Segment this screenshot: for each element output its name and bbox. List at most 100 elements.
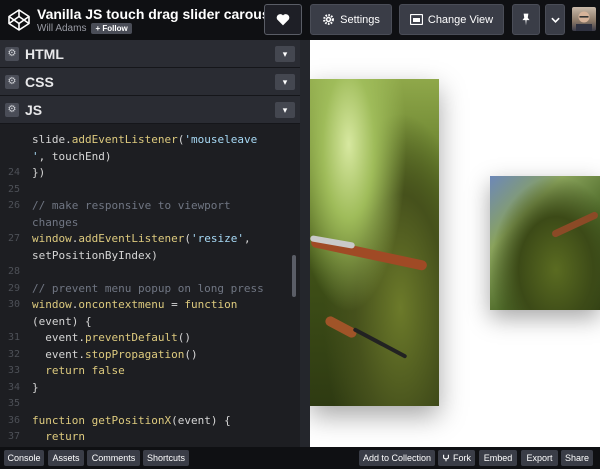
css-panel-chevron-down-icon[interactable]: ▾ bbox=[275, 74, 295, 90]
code-token: // prevent menu popup on long press bbox=[32, 281, 264, 295]
code-token: event. bbox=[32, 347, 85, 361]
code-token: return bbox=[32, 430, 85, 443]
line-number: 32 bbox=[7, 348, 20, 360]
chevron-down-icon bbox=[550, 17, 560, 23]
line-number: 36 bbox=[7, 414, 20, 426]
line-number: 25 bbox=[7, 183, 20, 195]
editor-scrollbar-thumb[interactable] bbox=[292, 255, 296, 297]
js-panel-chevron-down-icon[interactable]: ▾ bbox=[275, 102, 295, 118]
code-text: function getPositionX(event) { bbox=[32, 413, 231, 429]
code-line[interactable]: setPositionByIndex) bbox=[0, 248, 290, 264]
follow-button[interactable]: + Follow bbox=[91, 23, 132, 34]
code-line[interactable]: 30 window.oncontextmenu = function bbox=[0, 297, 290, 313]
code-line[interactable]: 24}) bbox=[0, 165, 290, 181]
code-text: // make responsive to viewport bbox=[32, 198, 231, 214]
code-line[interactable]: 33 return false bbox=[0, 363, 290, 379]
code-token: () bbox=[184, 347, 198, 361]
embed-button[interactable]: Embed bbox=[479, 450, 517, 466]
code-text: }) bbox=[32, 165, 45, 181]
code-line[interactable]: 29 // prevent menu popup on long press bbox=[0, 281, 290, 297]
code-token: ' bbox=[32, 149, 39, 163]
line-number: 27 bbox=[7, 233, 20, 244]
code-line[interactable]: 27 window.addEventListener('resize', bbox=[0, 231, 290, 247]
code-token: 'resize' bbox=[190, 232, 244, 245]
code-text: window.oncontextmenu = function bbox=[32, 297, 237, 313]
code-token: getPositionX bbox=[91, 413, 172, 427]
love-button[interactable] bbox=[264, 4, 302, 35]
code-line[interactable]: ', touchEnd) bbox=[0, 149, 290, 165]
share-button[interactable]: Share bbox=[561, 450, 593, 466]
shortcuts-button[interactable]: Shortcuts bbox=[143, 450, 189, 466]
code-line[interactable]: 28 bbox=[0, 264, 290, 280]
user-avatar[interactable] bbox=[572, 7, 596, 31]
code-line[interactable]: 34} bbox=[0, 380, 290, 396]
author-name[interactable]: Will Adams bbox=[37, 23, 86, 34]
code-token: window bbox=[32, 298, 72, 311]
code-line[interactable]: 35 bbox=[0, 396, 290, 412]
codepen-logo-icon[interactable] bbox=[7, 8, 31, 32]
pin-button[interactable] bbox=[512, 4, 540, 35]
code-token: setPositionByIndex) bbox=[32, 248, 158, 262]
code-line[interactable]: 26 // make responsive to viewport bbox=[0, 198, 290, 214]
html-panel-chevron-down-icon[interactable]: ▾ bbox=[275, 46, 295, 62]
line-number: 37 bbox=[7, 431, 20, 442]
add-to-collection-button[interactable]: Add to Collection bbox=[359, 450, 435, 466]
carousel-slide-image[interactable] bbox=[310, 79, 439, 406]
code-token: }) bbox=[32, 166, 46, 179]
pin-icon bbox=[522, 13, 530, 26]
carousel-slide-image-next[interactable] bbox=[490, 176, 600, 310]
code-line[interactable]: 31 event.preventDefault() bbox=[0, 330, 290, 346]
code-line[interactable]: changes bbox=[0, 215, 290, 231]
html-panel-header[interactable]: ⚙ HTML ▾ bbox=[0, 40, 300, 68]
line-number: 29 bbox=[7, 282, 20, 294]
code-token: (event) { bbox=[32, 314, 92, 328]
code-text: ', touchEnd) bbox=[32, 149, 111, 165]
line-number: 35 bbox=[7, 398, 20, 409]
code-line[interactable]: 25 bbox=[0, 182, 290, 198]
code-token: () bbox=[177, 331, 191, 344]
result-preview[interactable] bbox=[310, 40, 600, 447]
code-token: (event) { bbox=[171, 413, 231, 427]
code-line[interactable]: 37 return bbox=[0, 429, 290, 445]
css-settings-gear-icon[interactable]: ⚙ bbox=[5, 74, 19, 89]
pane-resize-handle[interactable] bbox=[300, 40, 310, 447]
assets-button[interactable]: Assets bbox=[48, 450, 84, 466]
more-options-button[interactable] bbox=[545, 4, 565, 35]
settings-label: Settings bbox=[340, 13, 380, 26]
code-token: event. bbox=[32, 331, 85, 344]
code-token: window bbox=[32, 232, 72, 245]
code-token: oncontextmenu bbox=[78, 298, 165, 311]
layout-icon bbox=[409, 14, 423, 25]
change-view-button[interactable]: Change View bbox=[399, 4, 504, 35]
fork-button[interactable]: Fork bbox=[438, 450, 475, 466]
settings-button[interactable]: Settings bbox=[310, 4, 392, 35]
comments-button[interactable]: Comments bbox=[87, 450, 140, 466]
code-token: preventDefault bbox=[84, 331, 178, 344]
code-token: 'mouseleave bbox=[184, 133, 258, 146]
change-view-label: Change View bbox=[427, 13, 494, 26]
line-number: 30 bbox=[7, 299, 20, 310]
js-panel-header[interactable]: ⚙ JS ▾ bbox=[0, 96, 300, 124]
js-code-editor[interactable]: slide.addEventListener('mouseleave ', tou… bbox=[0, 124, 300, 446]
code-line[interactable]: 36 function getPositionX(event) { bbox=[0, 413, 290, 429]
code-line[interactable]: (event) { bbox=[0, 314, 290, 330]
heart-icon bbox=[276, 14, 290, 26]
code-token: , touchEnd) bbox=[38, 149, 112, 163]
js-settings-gear-icon[interactable]: ⚙ bbox=[5, 102, 19, 117]
code-text: setPositionByIndex) bbox=[32, 248, 158, 264]
line-number: 26 bbox=[7, 200, 20, 211]
export-button[interactable]: Export bbox=[521, 450, 558, 466]
console-button[interactable]: Console bbox=[4, 450, 44, 466]
fork-icon bbox=[443, 454, 449, 462]
gear-icon bbox=[323, 14, 335, 25]
code-line[interactable]: slide.addEventListener('mouseleave bbox=[0, 132, 290, 148]
html-settings-gear-icon[interactable]: ⚙ bbox=[5, 46, 19, 61]
line-number: 31 bbox=[7, 332, 20, 343]
code-line[interactable]: 32 event.stopPropagation() bbox=[0, 347, 290, 363]
code-token: stopPropagation bbox=[84, 347, 185, 361]
css-panel-label: CSS bbox=[25, 73, 54, 90]
line-number: 33 bbox=[7, 365, 20, 376]
code-token: = bbox=[164, 298, 185, 311]
css-panel-header[interactable]: ⚙ CSS ▾ bbox=[0, 68, 300, 96]
